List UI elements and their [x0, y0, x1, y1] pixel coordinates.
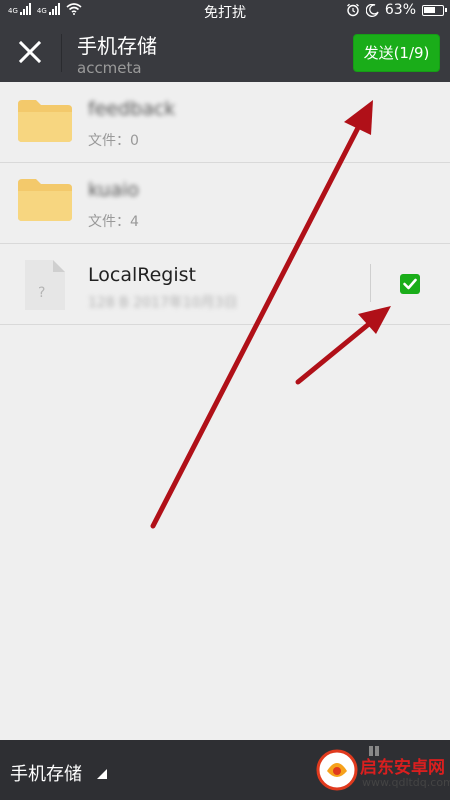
file-name: LocalRegist: [88, 264, 196, 286]
page-title: 手机存储: [77, 34, 157, 58]
watermark-brand: 启东安卓网: [360, 758, 445, 778]
file-name: feedback: [88, 98, 176, 120]
file-icon: ?: [25, 260, 65, 310]
storage-selector[interactable]: 手机存储: [10, 760, 82, 786]
page-subtitle: accmeta: [77, 59, 142, 77]
check-icon: [403, 278, 417, 290]
status-bar: 4G 4G 免打扰 63%: [0, 0, 450, 24]
svg-text:?: ?: [38, 285, 45, 301]
moon-icon: [365, 3, 379, 17]
file-meta: 文件：0: [88, 133, 139, 149]
header-divider: [61, 34, 62, 72]
row-divider: [370, 264, 371, 302]
header: 手机存储 accmeta 发送(1/9): [0, 24, 450, 82]
folder-icon: [18, 100, 72, 142]
alarm-icon: [346, 3, 359, 17]
file-meta: 文件：4: [88, 214, 139, 230]
file-checkbox[interactable]: [400, 274, 420, 294]
watermark: 启东安卓网 www.qdltdq.com: [316, 745, 450, 797]
send-button[interactable]: 发送(1/9): [353, 34, 440, 72]
close-icon[interactable]: [14, 36, 46, 68]
folder-icon: [18, 179, 72, 221]
watermark-logo-icon: [316, 749, 358, 791]
status-right: 63%: [346, 2, 447, 18]
list-item-file[interactable]: ? LocalRegist 128 B 2017年10月3日: [0, 244, 450, 325]
list-item-folder[interactable]: kuaio 文件：4: [0, 163, 450, 244]
dropdown-icon[interactable]: [97, 769, 107, 779]
battery-icon: [422, 4, 447, 16]
file-name: kuaio: [88, 179, 140, 201]
watermark-url: www.qdltdq.com: [362, 776, 450, 789]
file-list: feedback 文件：0 kuaio 文件：4 ? LocalRegist 1…: [0, 82, 450, 325]
file-meta: 128 B 2017年10月3日: [88, 295, 238, 311]
list-item-folder[interactable]: feedback 文件：0: [0, 82, 450, 163]
battery-percent: 63%: [384, 2, 416, 18]
